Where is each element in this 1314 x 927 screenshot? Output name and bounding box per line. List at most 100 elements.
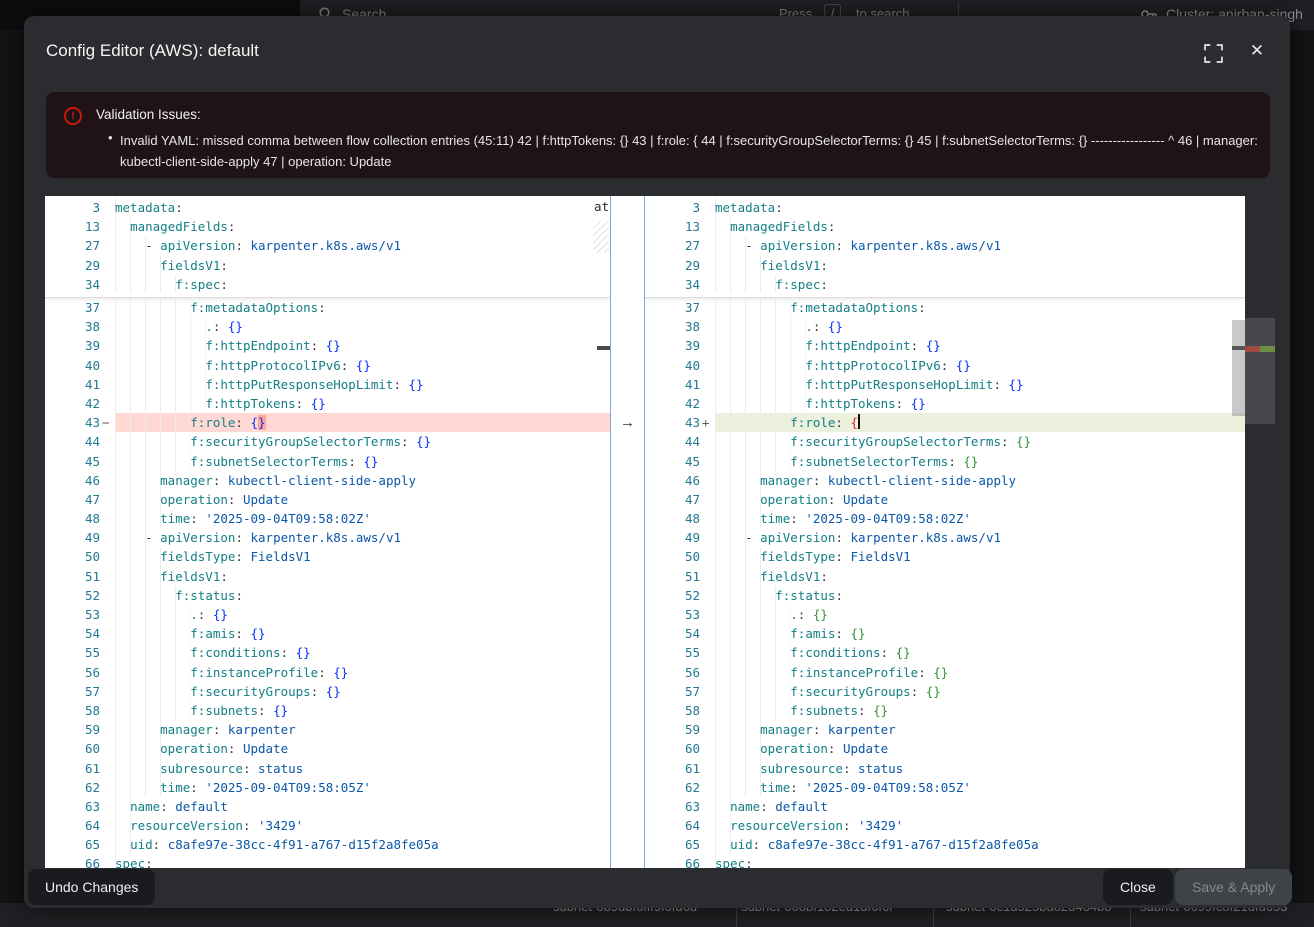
- code-line-right-34[interactable]: 34 f:spec:: [645, 275, 1245, 294]
- code-line-right-27[interactable]: 27 - apiVersion: karpenter.k8s.aws/v1: [645, 236, 1245, 255]
- code-line-right-59[interactable]: 59 manager: karpenter: [645, 720, 1245, 739]
- code-line-right-47[interactable]: 47 operation: Update: [645, 490, 1245, 509]
- code-line-left-63[interactable]: 63 name: default: [45, 797, 610, 816]
- modified-pane: 3metadata:13 managedFields:27 - apiVersi…: [645, 196, 1245, 868]
- line-number: 29: [645, 256, 715, 275]
- line-number: 34: [645, 275, 715, 294]
- close-icon[interactable]: ✕: [1246, 40, 1268, 62]
- code-line-left-27[interactable]: 27 - apiVersion: karpenter.k8s.aws/v1: [45, 236, 610, 255]
- code-line-right-61[interactable]: 61 subresource: status: [645, 759, 1245, 778]
- code-line-left-55[interactable]: 55 f:conditions: {}: [45, 643, 610, 662]
- code-line-left-48[interactable]: 48 time: '2025-09-04T09:58:02Z': [45, 509, 610, 528]
- code-line-left-53[interactable]: 53 .: {}: [45, 605, 610, 624]
- code-line-left-52[interactable]: 52 f:status:: [45, 586, 610, 605]
- code-line-left-44[interactable]: 44 f:securityGroupSelectorTerms: {}: [45, 432, 610, 451]
- code-line-left-40[interactable]: 40 f:httpProtocolIPv6: {}: [45, 356, 610, 375]
- save-apply-button[interactable]: Save & Apply: [1175, 869, 1292, 905]
- code-line-right-48[interactable]: 48 time: '2025-09-04T09:58:02Z': [645, 509, 1245, 528]
- line-number: 47: [645, 490, 715, 509]
- code-line-right-39[interactable]: 39 f:httpEndpoint: {}: [645, 336, 1245, 355]
- code-line-left-62[interactable]: 62 time: '2025-09-04T09:58:05Z': [45, 778, 610, 797]
- code-line-content: f:role: {: [715, 413, 1245, 432]
- code-line-left-46[interactable]: 46 manager: kubectl-client-side-apply: [45, 471, 610, 490]
- code-line-left-49[interactable]: 49 - apiVersion: karpenter.k8s.aws/v1: [45, 528, 610, 547]
- code-line-left-38[interactable]: 38 .: {}: [45, 317, 610, 336]
- collapsed-context-right[interactable]: 3metadata:13 managedFields:27 - apiVersi…: [645, 198, 1245, 294]
- code-line-right-40[interactable]: 40 f:httpProtocolIPv6: {}: [645, 356, 1245, 375]
- line-number: 55: [45, 643, 115, 662]
- code-line-right-44[interactable]: 44 f:securityGroupSelectorTerms: {}: [645, 432, 1245, 451]
- code-line-right-60[interactable]: 60 operation: Update: [645, 739, 1245, 758]
- close-button[interactable]: Close: [1103, 869, 1173, 905]
- code-line-right-58[interactable]: 58 f:subnets: {}: [645, 701, 1245, 720]
- code-line-left-13[interactable]: 13 managedFields:: [45, 217, 610, 236]
- code-line-right-54[interactable]: 54 f:amis: {}: [645, 624, 1245, 643]
- code-line-right-65[interactable]: 65 uid: c8afe97e-38cc-4f91-a767-d15f2a8f…: [645, 835, 1245, 854]
- code-line-left-65[interactable]: 65 uid: c8afe97e-38cc-4f91-a767-d15f2a8f…: [45, 835, 610, 854]
- code-line-left-34[interactable]: 34 f:spec:: [45, 275, 610, 294]
- code-line-left-51[interactable]: 51 fieldsV1:: [45, 567, 610, 586]
- line-number: 42: [45, 394, 115, 413]
- code-line-right-46[interactable]: 46 manager: kubectl-client-side-apply: [645, 471, 1245, 490]
- code-line-right-52[interactable]: 52 f:status:: [645, 586, 1245, 605]
- line-number: 61: [645, 759, 715, 778]
- code-line-content: f:httpTokens: {}: [715, 394, 1245, 413]
- line-number: 61: [45, 759, 115, 778]
- code-line-left-39[interactable]: 39 f:httpEndpoint: {}: [45, 336, 610, 355]
- line-number: 3: [645, 198, 715, 217]
- code-line-right-53[interactable]: 53 .: {}: [645, 605, 1245, 624]
- code-line-left-61[interactable]: 61 subresource: status: [45, 759, 610, 778]
- code-line-right-13[interactable]: 13 managedFields:: [645, 217, 1245, 236]
- diff-overview-ruler[interactable]: [1245, 196, 1275, 868]
- code-line-right-37[interactable]: 37 f:metadataOptions:: [645, 298, 1245, 317]
- code-line-right-50[interactable]: 50 fieldsType: FieldsV1: [645, 547, 1245, 566]
- code-line-right-49[interactable]: 49 - apiVersion: karpenter.k8s.aws/v1: [645, 528, 1245, 547]
- revert-change-arrow-icon[interactable]: →: [611, 413, 644, 432]
- code-line-left-47[interactable]: 47 operation: Update: [45, 490, 610, 509]
- code-line-right-55[interactable]: 55 f:conditions: {}: [645, 643, 1245, 662]
- code-body-right: 37 f:metadataOptions:38 .: {}39 f:httpEn…: [645, 298, 1245, 868]
- code-line-right-3[interactable]: 3metadata:: [645, 198, 1245, 217]
- code-line-left-59[interactable]: 59 manager: karpenter: [45, 720, 610, 739]
- code-line-right-62[interactable]: 62 time: '2025-09-04T09:58:05Z': [645, 778, 1245, 797]
- code-line-right-43[interactable]: 43+ f:role: {: [645, 413, 1245, 432]
- code-line-right-41[interactable]: 41 f:httpPutResponseHopLimit: {}: [645, 375, 1245, 394]
- clipped-text-fragment: at: [594, 199, 609, 214]
- code-line-left-57[interactable]: 57 f:securityGroups: {}: [45, 682, 610, 701]
- code-line-right-64[interactable]: 64 resourceVersion: '3429': [645, 816, 1245, 835]
- code-line-content: fieldsType: FieldsV1: [115, 547, 610, 566]
- code-line-right-51[interactable]: 51 fieldsV1:: [645, 567, 1245, 586]
- code-line-left-29[interactable]: 29 fieldsV1:: [45, 256, 610, 275]
- code-line-left-37[interactable]: 37 f:metadataOptions:: [45, 298, 610, 317]
- code-line-left-43[interactable]: 43− f:role: {}: [45, 413, 610, 432]
- right-scrollbar-thumb[interactable]: [1232, 320, 1245, 416]
- line-number: 63: [45, 797, 115, 816]
- code-line-right-56[interactable]: 56 f:instanceProfile: {}: [645, 663, 1245, 682]
- collapsed-context-left[interactable]: 3metadata:13 managedFields:27 - apiVersi…: [45, 198, 610, 294]
- code-line-right-66[interactable]: 66spec:: [645, 854, 1245, 868]
- code-line-left-64[interactable]: 64 resourceVersion: '3429': [45, 816, 610, 835]
- code-line-right-63[interactable]: 63 name: default: [645, 797, 1245, 816]
- line-number: 56: [645, 663, 715, 682]
- expand-button[interactable]: [1204, 44, 1224, 64]
- undo-changes-button[interactable]: Undo Changes: [28, 869, 155, 905]
- code-line-right-57[interactable]: 57 f:securityGroups: {}: [645, 682, 1245, 701]
- code-line-content: .: {}: [115, 605, 610, 624]
- code-line-right-45[interactable]: 45 f:subnetSelectorTerms: {}: [645, 452, 1245, 471]
- code-line-left-58[interactable]: 58 f:subnets: {}: [45, 701, 610, 720]
- code-line-left-41[interactable]: 41 f:httpPutResponseHopLimit: {}: [45, 375, 610, 394]
- code-line-left-3[interactable]: 3metadata:: [45, 198, 610, 217]
- code-line-left-42[interactable]: 42 f:httpTokens: {}: [45, 394, 610, 413]
- code-line-left-66[interactable]: 66spec:: [45, 854, 610, 868]
- code-line-left-50[interactable]: 50 fieldsType: FieldsV1: [45, 547, 610, 566]
- code-line-left-56[interactable]: 56 f:instanceProfile: {}: [45, 663, 610, 682]
- code-line-right-29[interactable]: 29 fieldsV1:: [645, 256, 1245, 275]
- code-line-right-38[interactable]: 38 .: {}: [645, 317, 1245, 336]
- code-line-left-60[interactable]: 60 operation: Update: [45, 739, 610, 758]
- code-line-right-42[interactable]: 42 f:httpTokens: {}: [645, 394, 1245, 413]
- code-line-content: f:amis: {}: [115, 624, 610, 643]
- diff-gutter: →: [610, 196, 645, 868]
- code-line-left-54[interactable]: 54 f:amis: {}: [45, 624, 610, 643]
- diff-overview-slider[interactable]: [1245, 318, 1275, 424]
- code-line-left-45[interactable]: 45 f:subnetSelectorTerms: {}: [45, 452, 610, 471]
